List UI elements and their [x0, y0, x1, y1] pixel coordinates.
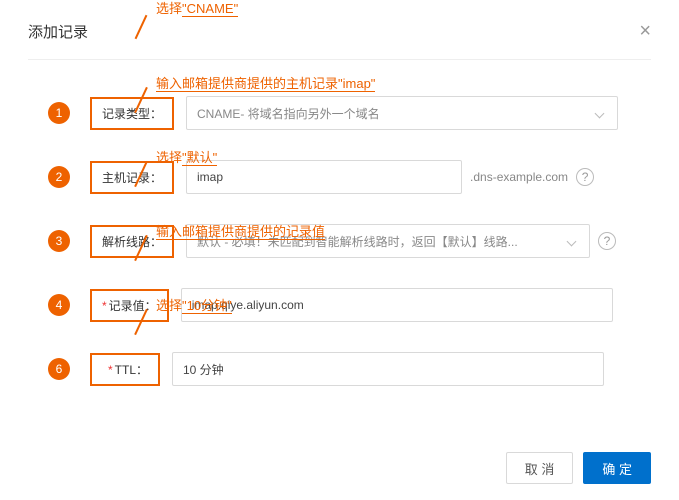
- annotation-2: 输入邮箱提供商提供的主机记录"imap": [156, 73, 375, 92]
- host-record-input[interactable]: imap: [186, 160, 462, 194]
- annotation-6: 选择"10分钟": [156, 295, 232, 314]
- record-type-placeholder: CNAME- 将域名指向另外一个域名: [197, 105, 380, 122]
- chevron-down-icon: [595, 108, 605, 118]
- label-ttl: *TTL：: [90, 353, 160, 386]
- modal-footer: 取 消 确 定: [506, 452, 651, 484]
- record-value-input[interactable]: imap.qiye.aliyun.com: [181, 288, 613, 322]
- step-badge-3: 3: [48, 230, 70, 252]
- row-ttl: 6 *TTL： 10 分钟: [48, 352, 651, 386]
- modal-header: 添加记录 ×: [28, 20, 651, 60]
- annotation-3: 选择"默认": [156, 147, 217, 166]
- chevron-down-icon: [567, 236, 577, 246]
- cancel-button[interactable]: 取 消: [506, 452, 574, 484]
- step-badge-2: 2: [48, 166, 70, 188]
- annotation-4: 输入邮箱提供商提供的记录值: [156, 221, 325, 240]
- row-record-value: 4 *记录值： imap.qiye.aliyun.com: [48, 288, 651, 322]
- help-icon[interactable]: ?: [576, 168, 594, 186]
- add-record-modal: 添加记录 × 选择"CNAME" 1 记录类型： CNAME- 将域名指向另外一…: [0, 0, 679, 406]
- ttl-value: 10 分钟: [183, 361, 224, 378]
- step-badge-1: 1: [48, 102, 70, 124]
- modal-title: 添加记录: [28, 21, 88, 42]
- confirm-button[interactable]: 确 定: [583, 452, 651, 484]
- step-badge-6: 6: [48, 358, 70, 380]
- close-icon[interactable]: ×: [639, 20, 651, 43]
- host-record-suffix: .dns-example.com: [470, 170, 568, 184]
- record-type-select[interactable]: CNAME- 将域名指向另外一个域名: [186, 96, 618, 130]
- form-body: 选择"CNAME" 1 记录类型： CNAME- 将域名指向另外一个域名 输入邮…: [28, 60, 651, 386]
- ttl-select[interactable]: 10 分钟: [172, 352, 604, 386]
- step-badge-4: 4: [48, 294, 70, 316]
- annotation-1: 选择"CNAME": [156, 0, 238, 17]
- host-record-value: imap: [197, 170, 223, 184]
- label-record-type: 记录类型：: [90, 97, 174, 130]
- help-icon[interactable]: ?: [598, 232, 616, 250]
